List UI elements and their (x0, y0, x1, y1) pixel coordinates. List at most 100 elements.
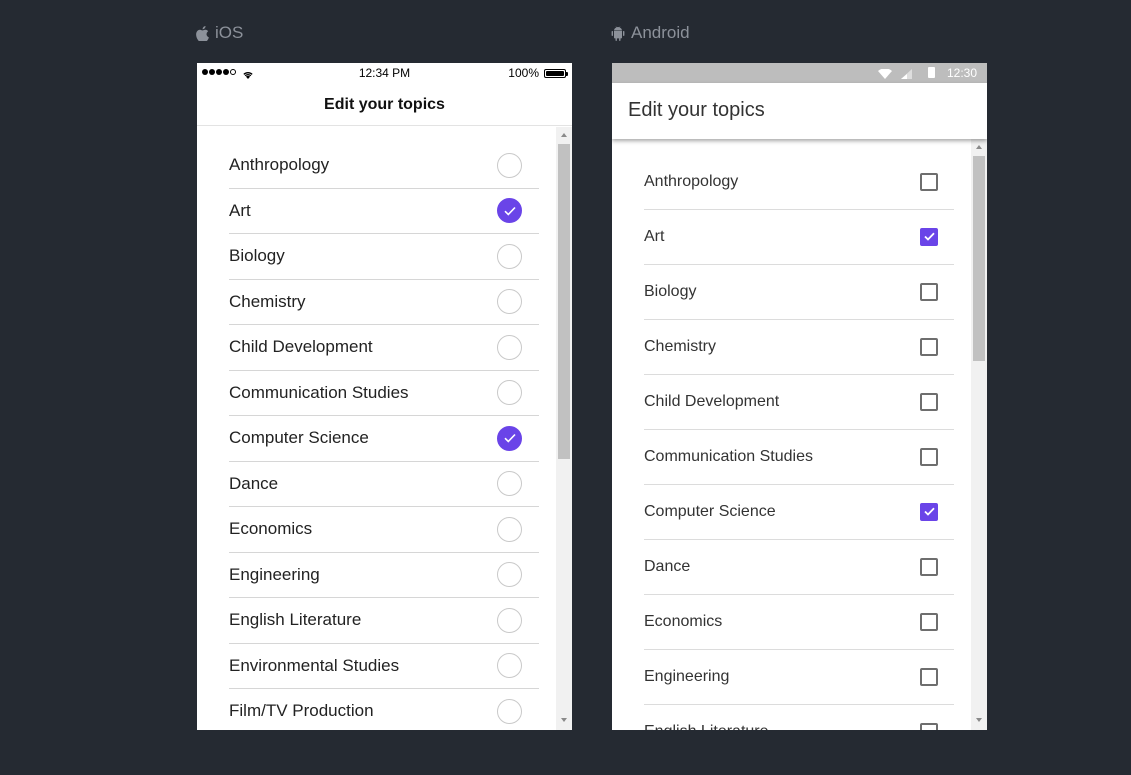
topic-label: Chemistry (229, 291, 306, 311)
checkmark-icon (503, 428, 516, 448)
topic-label: Film/TV Production (229, 701, 374, 721)
topic-label: Anthropology (229, 155, 330, 175)
topic-row-child-development[interactable]: Child Development (644, 375, 954, 430)
topic-label: Computer Science (229, 428, 369, 448)
topic-row-english-literature[interactable]: English Literature (229, 598, 539, 644)
topic-label: Engineering (644, 668, 730, 685)
unchecked-circle-icon[interactable] (497, 698, 522, 724)
topic-row-engineering[interactable]: Engineering (644, 650, 954, 705)
checked-checkbox[interactable] (920, 503, 938, 521)
page-title: Edit your topics (628, 99, 765, 121)
topic-row-art[interactable]: Art (229, 189, 539, 234)
ios-platform-label: iOS (196, 22, 243, 44)
unchecked-checkbox[interactable] (920, 338, 938, 356)
wifi-icon (878, 68, 892, 82)
topic-label: Biology (644, 283, 697, 300)
topic-label: Art (644, 228, 665, 245)
ios-status-bar: 12:34 PM 100% (197, 63, 572, 83)
unchecked-checkbox[interactable] (920, 448, 938, 466)
apple-icon (196, 25, 209, 41)
ios-phone-screen: 12:34 PM 100% Edit your topics Anthropol… (197, 63, 572, 730)
android-platform-label: Android (611, 22, 690, 44)
topic-row-communication-studies[interactable]: Communication Studies (644, 430, 954, 485)
checkmark-icon (923, 503, 935, 521)
unchecked-checkbox[interactable] (920, 283, 938, 301)
ios-scrollbar-thumb[interactable] (558, 144, 570, 459)
topic-label: Dance (229, 473, 279, 493)
unchecked-checkbox[interactable] (920, 558, 938, 576)
topic-row-dance[interactable]: Dance (644, 540, 954, 595)
unchecked-circle-icon[interactable] (497, 334, 522, 360)
topic-row-english-literature[interactable]: English Literature (644, 705, 954, 730)
unchecked-circle-icon[interactable] (497, 607, 522, 633)
topic-label: Economics (229, 519, 313, 539)
android-scrollbar[interactable] (971, 139, 987, 730)
unchecked-circle-icon[interactable] (497, 289, 522, 315)
scroll-down-arrow-icon[interactable] (976, 718, 982, 722)
battery-icon (544, 69, 568, 78)
checked-circle-icon[interactable] (497, 425, 522, 451)
unchecked-checkbox[interactable] (920, 613, 938, 631)
topic-row-biology[interactable]: Biology (644, 265, 954, 320)
topic-row-film-tv-production[interactable]: Film/TV Production (229, 689, 539, 730)
unchecked-checkbox[interactable] (920, 393, 938, 411)
scroll-up-arrow-icon[interactable] (561, 133, 567, 137)
topic-row-biology[interactable]: Biology (229, 234, 539, 280)
topic-label: English Literature (644, 723, 769, 730)
topic-row-computer-science[interactable]: Computer Science (229, 416, 539, 462)
topic-label: Chemistry (644, 338, 717, 355)
topic-label: Engineering (229, 564, 320, 584)
unchecked-checkbox[interactable] (920, 723, 938, 730)
topic-row-art[interactable]: Art (644, 210, 954, 265)
topic-row-anthropology[interactable]: Anthropology (644, 155, 954, 210)
topic-row-chemistry[interactable]: Chemistry (644, 320, 954, 375)
topic-row-engineering[interactable]: Engineering (229, 553, 539, 598)
unchecked-circle-icon[interactable] (497, 653, 522, 679)
topic-row-environmental-studies[interactable]: Environmental Studies (229, 644, 539, 689)
android-status-time: 12:30 (946, 66, 977, 80)
topic-row-economics[interactable]: Economics (229, 507, 539, 553)
topic-label: Communication Studies (644, 448, 813, 465)
android-icon (611, 25, 625, 41)
topic-row-communication-studies[interactable]: Communication Studies (229, 371, 539, 416)
topic-row-computer-science[interactable]: Computer Science (644, 485, 954, 540)
unchecked-circle-icon[interactable] (497, 471, 522, 497)
topic-row-chemistry[interactable]: Chemistry (229, 280, 539, 325)
topic-label: English Literature (229, 610, 362, 630)
scroll-down-arrow-icon[interactable] (561, 718, 567, 722)
ios-nav-bar: Edit your topics (197, 83, 572, 126)
topic-label: Anthropology (644, 173, 739, 190)
ios-label-text: iOS (215, 23, 244, 42)
unchecked-circle-icon[interactable] (497, 516, 522, 542)
unchecked-checkbox[interactable] (920, 173, 938, 191)
android-app-bar: Edit your topics (612, 83, 987, 139)
topic-label: Biology (229, 246, 285, 266)
ios-scrollbar[interactable] (556, 127, 572, 730)
android-scrollbar-thumb[interactable] (973, 156, 985, 361)
checked-checkbox[interactable] (920, 228, 938, 246)
topic-row-anthropology[interactable]: Anthropology (229, 143, 539, 189)
unchecked-circle-icon[interactable] (497, 152, 522, 178)
topic-row-child-development[interactable]: Child Development (229, 325, 539, 371)
unchecked-checkbox[interactable] (920, 668, 938, 686)
checked-circle-icon[interactable] (497, 198, 522, 224)
android-phone-screen: 12:30 Edit your topics Anthropology Art Bi… (612, 63, 987, 730)
cell-signal-icon (901, 68, 912, 82)
battery-percent: 100% (508, 66, 539, 80)
topic-label: Communication Studies (229, 382, 409, 402)
android-label-text: Android (631, 23, 690, 42)
topic-row-economics[interactable]: Economics (644, 595, 954, 650)
scroll-up-arrow-icon[interactable] (976, 145, 982, 149)
unchecked-circle-icon[interactable] (497, 562, 522, 588)
checkmark-icon (923, 228, 935, 246)
topic-label: Child Development (229, 337, 373, 357)
topic-label: Computer Science (644, 503, 776, 520)
unchecked-circle-icon[interactable] (497, 380, 522, 406)
page-title: Edit your topics (324, 96, 445, 113)
topic-row-dance[interactable]: Dance (229, 462, 539, 507)
unchecked-circle-icon[interactable] (497, 243, 522, 269)
topic-label: Child Development (644, 393, 780, 410)
android-topic-list: Anthropology Art Biology Chemistry Child Dev… (644, 155, 954, 730)
checkmark-icon (503, 201, 516, 221)
topic-label: Economics (644, 613, 723, 630)
